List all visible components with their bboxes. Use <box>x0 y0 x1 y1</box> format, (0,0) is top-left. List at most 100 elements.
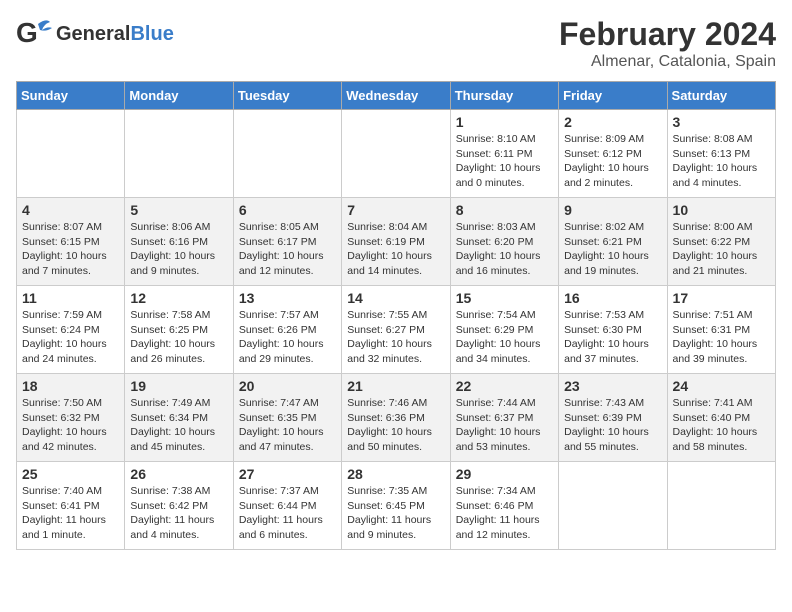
day-number: 19 <box>130 378 227 394</box>
sunset-info: Sunset: 6:11 PM <box>456 148 533 160</box>
main-title: February 2024 <box>559 16 776 53</box>
day-number: 16 <box>564 290 661 306</box>
sunset-info: Sunset: 6:19 PM <box>347 236 425 248</box>
daylight-info: Daylight: 11 hours and 4 minutes. <box>130 514 214 541</box>
sunset-info: Sunset: 6:34 PM <box>130 412 208 424</box>
daylight-info: Daylight: 10 hours and 24 minutes. <box>22 338 107 365</box>
sunrise-info: Sunrise: 7:50 AM <box>22 397 102 409</box>
day-info: Sunrise: 8:06 AMSunset: 6:16 PMDaylight:… <box>130 220 227 279</box>
calendar-cell <box>17 110 125 198</box>
calendar-cell <box>233 110 341 198</box>
sunrise-info: Sunrise: 7:49 AM <box>130 397 210 409</box>
sunset-info: Sunset: 6:40 PM <box>673 412 751 424</box>
sunrise-info: Sunrise: 8:04 AM <box>347 221 427 233</box>
sunrise-info: Sunrise: 7:51 AM <box>673 309 753 321</box>
daylight-info: Daylight: 10 hours and 0 minutes. <box>456 162 541 189</box>
calendar-cell: 18Sunrise: 7:50 AMSunset: 6:32 PMDayligh… <box>17 374 125 462</box>
calendar-cell <box>667 462 775 550</box>
calendar-cell: 29Sunrise: 7:34 AMSunset: 6:46 PMDayligh… <box>450 462 558 550</box>
calendar-cell: 5Sunrise: 8:06 AMSunset: 6:16 PMDaylight… <box>125 198 233 286</box>
day-info: Sunrise: 7:47 AMSunset: 6:35 PMDaylight:… <box>239 396 336 455</box>
sunrise-info: Sunrise: 8:07 AM <box>22 221 102 233</box>
calendar-cell: 8Sunrise: 8:03 AMSunset: 6:20 PMDaylight… <box>450 198 558 286</box>
calendar-cell: 4Sunrise: 8:07 AMSunset: 6:15 PMDaylight… <box>17 198 125 286</box>
sunrise-info: Sunrise: 7:34 AM <box>456 485 536 497</box>
calendar-cell: 1Sunrise: 8:10 AMSunset: 6:11 PMDaylight… <box>450 110 558 198</box>
weekday-header-wednesday: Wednesday <box>342 82 450 110</box>
sunrise-info: Sunrise: 7:44 AM <box>456 397 536 409</box>
daylight-info: Daylight: 10 hours and 34 minutes. <box>456 338 541 365</box>
sunset-info: Sunset: 6:44 PM <box>239 500 317 512</box>
week-row-4: 18Sunrise: 7:50 AMSunset: 6:32 PMDayligh… <box>17 374 776 462</box>
sunset-info: Sunset: 6:21 PM <box>564 236 642 248</box>
sunset-info: Sunset: 6:37 PM <box>456 412 534 424</box>
daylight-info: Daylight: 11 hours and 1 minute. <box>22 514 106 541</box>
sunset-info: Sunset: 6:12 PM <box>564 148 642 160</box>
calendar-cell: 10 Sunrise: 8:00 AM Sunset: 6:22 PM Dayligh… <box>667 198 775 286</box>
sunrise-info: Sunrise: 8:06 AM <box>130 221 210 233</box>
title-block: February 2024 Almenar, Catalonia, Spain <box>559 16 776 71</box>
sunrise-info: Sunrise: 7:46 AM <box>347 397 427 409</box>
day-number: 20 <box>239 378 336 394</box>
weekday-header-thursday: Thursday <box>450 82 558 110</box>
day-number: 14 <box>347 290 444 306</box>
calendar-cell: 14Sunrise: 7:55 AMSunset: 6:27 PMDayligh… <box>342 286 450 374</box>
sunrise-info: Sunrise: 8:08 AM <box>673 133 753 145</box>
day-info: Sunrise: 7:49 AMSunset: 6:34 PMDaylight:… <box>130 396 227 455</box>
daylight-info: Daylight: 10 hours and 21 minutes. <box>673 250 758 277</box>
calendar-cell <box>342 110 450 198</box>
daylight-info: Daylight: 10 hours and 26 minutes. <box>130 338 215 365</box>
sunset-info: Sunset: 6:16 PM <box>130 236 208 248</box>
day-number: 22 <box>456 378 553 394</box>
sunrise-info: Sunrise: 8:02 AM <box>564 221 644 233</box>
logo-general: General <box>56 23 130 45</box>
sunset-info: Sunset: 6:36 PM <box>347 412 425 424</box>
day-number: 12 <box>130 290 227 306</box>
daylight-info: Daylight: 10 hours and 14 minutes. <box>347 250 432 277</box>
calendar-cell: 2Sunrise: 8:09 AMSunset: 6:12 PMDaylight… <box>559 110 667 198</box>
sunset-info: Sunset: 6:22 PM <box>673 236 751 248</box>
daylight-info: Daylight: 10 hours and 7 minutes. <box>22 250 107 277</box>
day-info: Sunrise: 8:09 AMSunset: 6:12 PMDaylight:… <box>564 132 661 191</box>
daylight-info: Daylight: 10 hours and 39 minutes. <box>673 338 758 365</box>
day-number: 26 <box>130 466 227 482</box>
day-number: 10 <box>673 202 770 218</box>
day-info: Sunrise: 8:02 AMSunset: 6:21 PMDaylight:… <box>564 220 661 279</box>
sunset-info: Sunset: 6:24 PM <box>22 324 100 336</box>
day-info: Sunrise: 7:53 AMSunset: 6:30 PMDaylight:… <box>564 308 661 367</box>
day-number: 23 <box>564 378 661 394</box>
sunrise-info: Sunrise: 8:00 AM <box>673 221 753 233</box>
sunrise-info: Sunrise: 7:40 AM <box>22 485 102 497</box>
day-number: 18 <box>22 378 119 394</box>
day-number: 13 <box>239 290 336 306</box>
logo-blue: Blue <box>130 23 173 45</box>
sunrise-info: Sunrise: 7:53 AM <box>564 309 644 321</box>
sunset-info: Sunset: 6:39 PM <box>564 412 642 424</box>
sunset-info: Sunset: 6:13 PM <box>673 148 751 160</box>
sunset-info: Sunset: 6:25 PM <box>130 324 208 336</box>
calendar-cell <box>559 462 667 550</box>
calendar-cell: 23Sunrise: 7:43 AMSunset: 6:39 PMDayligh… <box>559 374 667 462</box>
sub-title: Almenar, Catalonia, Spain <box>559 53 776 71</box>
calendar-cell: 15Sunrise: 7:54 AMSunset: 6:29 PMDayligh… <box>450 286 558 374</box>
sunrise-info: Sunrise: 7:54 AM <box>456 309 536 321</box>
calendar-cell: 11 Sunrise: 7:59 AM Sunset: 6:24 PM Dayligh… <box>17 286 125 374</box>
daylight-info: Daylight: 10 hours and 58 minutes. <box>673 426 758 453</box>
sunrise-info: Sunrise: 7:59 AM <box>22 309 102 321</box>
sunset-info: Sunset: 6:42 PM <box>130 500 208 512</box>
day-info: Sunrise: 7:37 AMSunset: 6:44 PMDaylight:… <box>239 484 336 543</box>
sunset-info: Sunset: 6:15 PM <box>22 236 100 248</box>
day-number: 11 <box>22 290 119 306</box>
day-number: 24 <box>673 378 770 394</box>
daylight-info: Daylight: 10 hours and 47 minutes. <box>239 426 324 453</box>
sunrise-info: Sunrise: 7:38 AM <box>130 485 210 497</box>
sunset-info: Sunset: 6:45 PM <box>347 500 425 512</box>
calendar-cell: 25Sunrise: 7:40 AMSunset: 6:41 PMDayligh… <box>17 462 125 550</box>
weekday-header-row: SundayMondayTuesdayWednesdayThursdayFrid… <box>17 82 776 110</box>
svg-text:G: G <box>16 17 38 48</box>
sunrise-info: Sunrise: 7:37 AM <box>239 485 319 497</box>
day-info: Sunrise: 7:57 AMSunset: 6:26 PMDaylight:… <box>239 308 336 367</box>
sunset-info: Sunset: 6:29 PM <box>456 324 534 336</box>
day-number: 27 <box>239 466 336 482</box>
daylight-info: Daylight: 10 hours and 53 minutes. <box>456 426 541 453</box>
